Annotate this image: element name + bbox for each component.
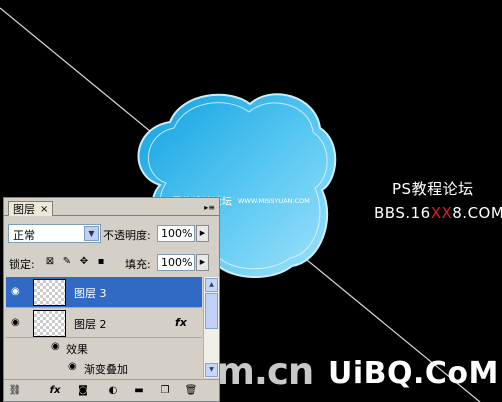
add-style-fx-icon[interactable]: fx xyxy=(48,384,62,398)
opacity-label: 不透明度: xyxy=(103,229,151,242)
panel-tab-bar: 图层 × ▸≡ xyxy=(4,198,219,216)
add-mask-icon[interactable]: ◙ xyxy=(76,384,90,398)
lock-paint-brush-icon[interactable]: ✎ xyxy=(61,256,73,268)
eye-visibility-icon[interactable]: ◉ xyxy=(11,287,25,297)
fill-arrow-icon[interactable]: ▶ xyxy=(196,254,209,271)
scroll-thumb[interactable] xyxy=(205,293,218,329)
new-layer-icon[interactable]: ❐ xyxy=(158,384,172,398)
layer-name: 图层 2 xyxy=(74,318,107,331)
panel-menu-icon[interactable]: ▸≡ xyxy=(204,203,215,212)
new-group-folder-icon[interactable]: ▬ xyxy=(132,384,146,398)
scroll-down-icon[interactable]: ▼ xyxy=(205,363,218,377)
watermark-bbs-url: BBS.16XX8.COM xyxy=(374,204,502,222)
adjustment-layer-icon[interactable]: ◐ xyxy=(106,384,120,398)
tab-close-icon[interactable]: × xyxy=(40,204,48,215)
bbs-prefix: BBS.16 xyxy=(374,204,431,222)
fill-label: 填充: xyxy=(125,258,151,271)
eye-visibility-icon[interactable]: ◉ xyxy=(68,362,82,372)
opacity-input[interactable]: 100% xyxy=(157,225,195,242)
effect-item-row[interactable]: ◉ 渐变叠加 xyxy=(6,357,202,377)
layers-scrollbar[interactable]: ▲ ▼ xyxy=(203,277,219,378)
layer-thumbnail xyxy=(33,310,66,337)
layer-name: 图层 3 xyxy=(74,287,107,300)
opacity-arrow-icon[interactable]: ▶ xyxy=(196,225,209,242)
bbs-suffix: 8.COM xyxy=(452,204,502,222)
link-layers-icon[interactable]: ⛓ xyxy=(8,384,22,398)
tab-layers[interactable]: 图层 × xyxy=(8,201,54,216)
lock-move-icon[interactable]: ✥ xyxy=(78,256,90,268)
effect-item-label: 渐变叠加 xyxy=(84,363,128,376)
layer-thumbnail xyxy=(33,279,66,306)
fill-input[interactable]: 100% xyxy=(157,254,195,271)
delete-layer-trash-icon[interactable]: 🗑 xyxy=(184,384,198,398)
watermark-forum-title: PS教程论坛 xyxy=(392,180,474,198)
fx-icon[interactable]: fx xyxy=(175,316,187,329)
eye-visibility-icon[interactable]: ◉ xyxy=(11,318,25,328)
panel-bottom-toolbar: ⛓ fx ◙ ◐ ▬ ❐ 🗑 xyxy=(4,379,219,402)
eye-visibility-icon[interactable]: ◉ xyxy=(51,342,65,352)
lock-all-padlock-icon[interactable]: ▪ xyxy=(95,256,107,268)
layer-row-3[interactable]: ◉ 图层 3 xyxy=(6,277,202,308)
tab-layers-label: 图层 xyxy=(13,203,35,216)
effects-label: 效果 xyxy=(66,343,88,356)
effects-row[interactable]: ◉ 效果 xyxy=(6,338,202,357)
lock-label: 锁定: xyxy=(9,258,35,271)
blend-mode-value: 正常 xyxy=(13,229,35,242)
bbs-red-part: XX xyxy=(430,204,453,222)
chevron-down-icon[interactable]: ▼ xyxy=(84,226,99,241)
layers-panel: 图层 × ▸≡ 正常 ▼ 不透明度: 100% ▶ 锁定: ⊠ ✎ ✥ ▪ 填充… xyxy=(3,197,220,402)
watermark-site-url: WWW.MISSYUAN.COM xyxy=(238,197,310,205)
scroll-up-icon[interactable]: ▲ xyxy=(205,278,218,292)
lock-transparent-icon[interactable]: ⊠ xyxy=(44,256,56,268)
blend-mode-select[interactable]: 正常 ▼ xyxy=(8,224,101,243)
watermark-uibq: UiBQ.CoM xyxy=(328,356,499,391)
layer-row-2[interactable]: ◉ 图层 2 fx xyxy=(6,308,202,338)
